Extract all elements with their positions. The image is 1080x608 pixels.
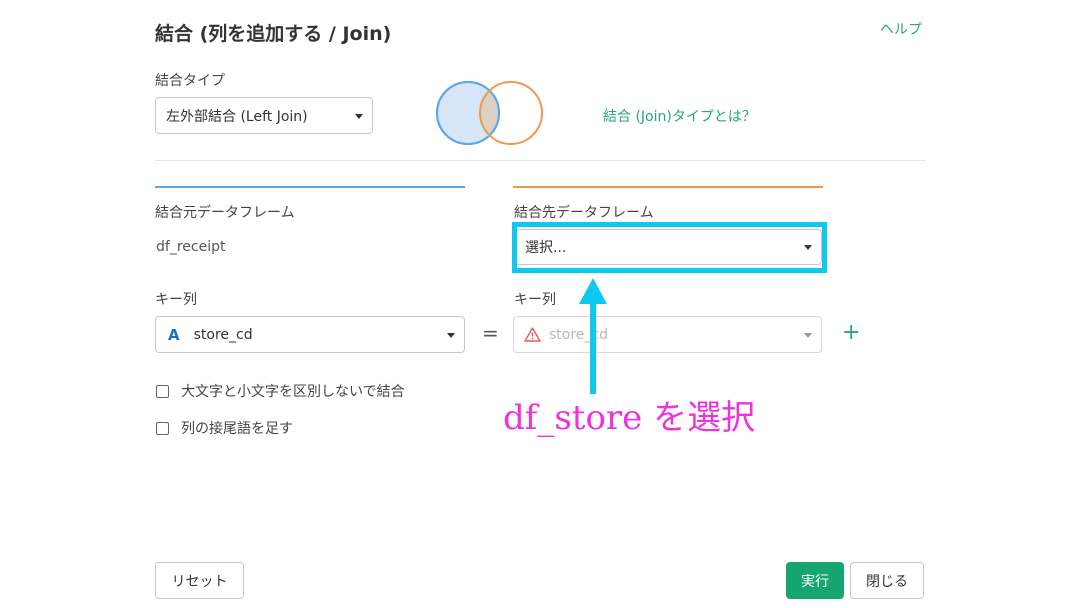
- join-type-help-link[interactable]: 結合 (Join)タイプとは？: [603, 106, 756, 126]
- source-accent-bar: [155, 186, 465, 188]
- chevron-down-icon: [804, 332, 812, 338]
- join-type-label: 結合タイプ: [155, 73, 225, 89]
- source-key-select[interactable]: A store_cd: [155, 316, 465, 353]
- chevron-down-icon: [447, 332, 455, 338]
- target-key-label: キー列: [514, 292, 556, 308]
- suffix-checkbox[interactable]: [156, 421, 169, 435]
- ignore-case-option[interactable]: 大文字と小文字を区別しないで結合: [156, 381, 405, 401]
- target-key-select[interactable]: store_cd: [513, 316, 822, 353]
- chevron-down-icon: [355, 113, 363, 119]
- source-label: 結合元データフレーム: [155, 205, 295, 221]
- equals-sign: =: [482, 321, 499, 345]
- ignore-case-label: 大文字と小文字を区別しないで結合: [181, 384, 405, 400]
- join-type-select[interactable]: 左外部結合 (Left Join): [155, 97, 373, 134]
- annotation-text: df_store を選択: [503, 398, 756, 438]
- string-type-icon: A: [168, 325, 180, 344]
- add-key-button[interactable]: +: [842, 320, 860, 345]
- annotation-arrow-icon: [579, 278, 607, 394]
- target-accent-bar: [513, 186, 823, 188]
- dialog-title: 結合 (列を追加する / Join): [155, 23, 392, 45]
- source-dataframe-name: df_receipt: [156, 239, 226, 255]
- source-key-label: キー列: [155, 292, 197, 308]
- suffix-label: 列の接尾語を足す: [181, 421, 293, 437]
- warning-icon: [524, 327, 541, 342]
- join-type-selected: 左外部結合 (Left Join): [166, 108, 308, 125]
- annotation-highlight-box: [512, 222, 827, 273]
- ignore-case-checkbox[interactable]: [156, 384, 169, 398]
- run-button[interactable]: 実行: [786, 562, 844, 599]
- help-link[interactable]: ヘルプ: [880, 19, 922, 39]
- close-button[interactable]: 閉じる: [850, 562, 924, 599]
- target-label: 結合先データフレーム: [514, 205, 654, 221]
- suffix-option[interactable]: 列の接尾語を足す: [156, 418, 293, 438]
- reset-button[interactable]: リセット: [155, 562, 244, 599]
- source-key-value: store_cd: [193, 326, 253, 343]
- section-divider: [155, 160, 926, 161]
- venn-diagram-icon: [436, 81, 543, 145]
